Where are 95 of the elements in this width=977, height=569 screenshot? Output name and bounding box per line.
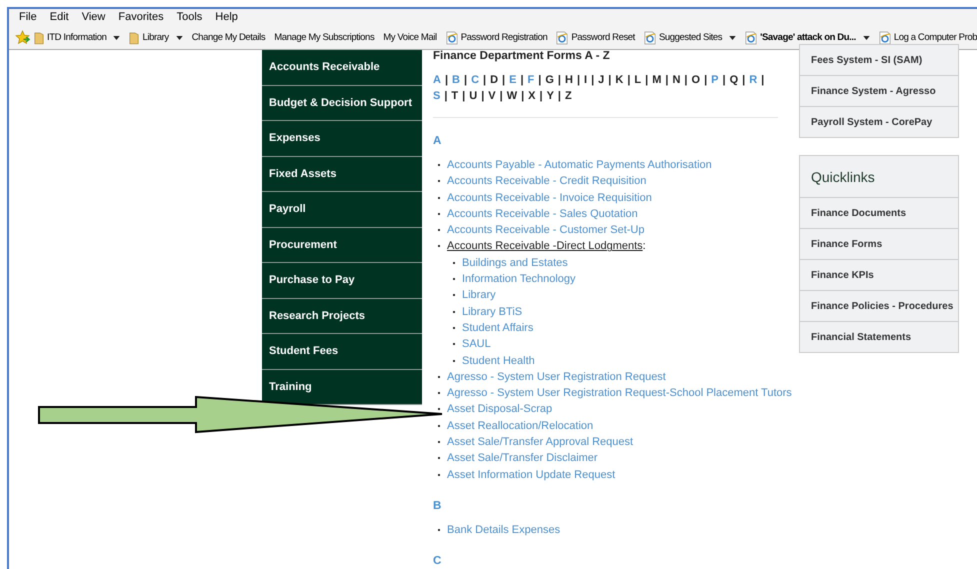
separator: |: [665, 73, 668, 88]
nav-item[interactable]: Research Projects: [262, 298, 422, 334]
quicklink[interactable]: Finance KPIs: [800, 259, 958, 290]
caret-icon[interactable]: [176, 36, 183, 40]
menu-item[interactable]: Tools: [176, 11, 202, 26]
colon: :: [642, 240, 646, 252]
section-letter: B: [433, 500, 442, 512]
favorites-link[interactable]: ITD Information: [34, 30, 120, 44]
alphabet-link[interactable]: H: [565, 72, 573, 88]
favorites-star-icon[interactable]: [15, 30, 30, 45]
separator: |: [608, 73, 612, 88]
alphabet-link[interactable]: Z: [565, 88, 572, 104]
favorites-link[interactable]: Password Registration: [446, 30, 548, 44]
nav-item[interactable]: Payroll: [262, 192, 422, 228]
separator: |: [483, 73, 486, 88]
alphabet-link[interactable]: L: [634, 72, 642, 88]
menu-item[interactable]: Favorites: [118, 11, 164, 26]
separator: |: [500, 89, 503, 104]
favorites-link[interactable]: Password Reset: [556, 30, 635, 44]
alphabet-link[interactable]: W: [506, 88, 518, 104]
web-page-icon: [745, 30, 758, 44]
alphabet-link[interactable]: M: [652, 72, 662, 88]
separator: |: [558, 73, 561, 88]
separator: |: [627, 73, 630, 88]
menu-item[interactable]: Edit: [50, 11, 69, 26]
favorites-link[interactable]: Change My Details: [192, 32, 266, 43]
section-letter: C: [433, 555, 442, 568]
nav-item[interactable]: Fixed Assets: [262, 156, 422, 192]
web-page-icon: [644, 30, 656, 44]
menu-item[interactable]: View: [82, 11, 106, 26]
quicklink[interactable]: Financial Statements: [800, 321, 958, 352]
separator: |: [576, 73, 580, 88]
quicklink[interactable]: Finance Documents: [800, 197, 958, 228]
favorites-link[interactable]: My Voice Mail: [383, 32, 437, 43]
caret-icon[interactable]: [729, 36, 736, 40]
folder-icon: [34, 30, 44, 44]
alphabet-link[interactable]: T: [451, 88, 458, 104]
separator: |: [704, 73, 708, 88]
separator: |: [502, 73, 506, 88]
system-link[interactable]: Payroll System - CorePay: [800, 106, 958, 137]
favorites-link[interactable]: Log a Computer Prob: [878, 30, 977, 44]
alphabet-link[interactable]: D: [490, 72, 498, 88]
alphabet-link[interactable]: Y: [546, 88, 554, 104]
alphabet-link[interactable]: I: [584, 72, 588, 88]
alphabet-link[interactable]: O: [692, 72, 700, 88]
quicklink[interactable]: Finance Policies - Procedures: [800, 290, 958, 321]
page-heading: Finance Department Forms A - Z: [433, 50, 611, 64]
alphabet-link[interactable]: V: [488, 88, 496, 104]
separator: |: [684, 73, 688, 88]
separator: |: [444, 73, 448, 88]
alphabet-link[interactable]: K: [615, 72, 624, 88]
nav-item[interactable]: Expenses: [262, 121, 422, 156]
caret-icon[interactable]: [113, 36, 120, 40]
separator: |: [520, 73, 524, 88]
separator: |: [481, 89, 484, 104]
alphabet-link[interactable]: U: [469, 88, 478, 104]
quicklink[interactable]: Finance Forms: [800, 228, 958, 259]
system-link[interactable]: Fees System - SI (SAM): [800, 44, 958, 75]
separator: |: [722, 73, 726, 88]
favorites-link[interactable]: Suggested Sites: [644, 30, 736, 44]
separator: |: [444, 89, 448, 104]
panel-title: Quicklinks: [810, 168, 876, 187]
folder-icon: [129, 30, 140, 44]
favorites-link[interactable]: Manage My Subscriptions: [274, 32, 374, 43]
alphabet-link[interactable]: N: [672, 72, 680, 88]
form-link[interactable]: Accounts Receivable -Direct Lodgments: [447, 240, 643, 252]
alphabet-link[interactable]: Q: [730, 72, 738, 88]
menu-item[interactable]: Help: [215, 11, 238, 26]
separator: |: [742, 73, 746, 88]
separator: |: [558, 89, 561, 104]
nav-item[interactable]: Accounts Receivable: [262, 50, 422, 86]
separator: |: [538, 73, 542, 88]
web-page-icon: [878, 30, 891, 44]
web-page-icon: [556, 30, 568, 44]
favorites-link[interactable]: Library: [129, 30, 183, 44]
alphabet-link[interactable]: J: [598, 72, 604, 88]
nav-item[interactable]: Procurement: [262, 228, 422, 263]
alphabet-link[interactable]: X: [528, 88, 536, 104]
nav-item[interactable]: Student Fees: [262, 334, 422, 370]
web-page-icon: [446, 30, 458, 44]
separator: |: [464, 73, 468, 88]
nav-item[interactable]: Purchase to Pay: [262, 263, 422, 298]
separator: |: [521, 89, 524, 104]
separator: |: [462, 89, 466, 104]
system-link[interactable]: Finance System - Agresso: [800, 75, 958, 106]
menu-item[interactable]: File: [19, 11, 37, 26]
separator: |: [591, 73, 594, 88]
favorites-link[interactable]: 'Savage' attack on Du...: [745, 30, 870, 44]
separator: |: [761, 73, 764, 88]
separator: |: [645, 73, 648, 88]
separator: |: [540, 89, 543, 104]
alphabet-link[interactable]: G: [545, 72, 554, 88]
section-letter: A: [433, 135, 442, 147]
nav-item[interactable]: Budget & Decision Support: [262, 86, 422, 121]
caret-icon[interactable]: [862, 36, 870, 40]
